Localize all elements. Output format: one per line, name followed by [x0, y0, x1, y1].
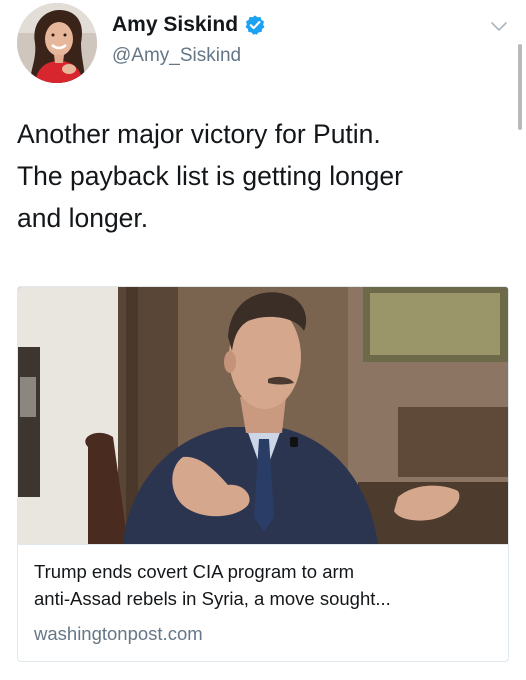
card-body: Trump ends covert CIA program to arm ant…: [18, 544, 508, 661]
avatar[interactable]: [17, 3, 97, 83]
link-card[interactable]: Trump ends covert CIA program to arm ant…: [17, 286, 509, 662]
card-domain[interactable]: washingtonpost.com: [34, 622, 203, 646]
author-display-name[interactable]: Amy Siskind: [112, 12, 238, 38]
author-handle[interactable]: @Amy_Siskind: [112, 44, 241, 68]
card-title-line: anti-Assad rebels in Syria, a move sough…: [34, 588, 391, 609]
tweet-text-line: Another major victory for Putin.: [17, 119, 381, 149]
card-title[interactable]: Trump ends covert CIA program to arm ant…: [34, 558, 496, 612]
scrollbar[interactable]: [518, 44, 522, 130]
verified-badge-icon: [244, 14, 266, 36]
author-name-row: Amy Siskind: [112, 12, 266, 38]
chevron-down-icon[interactable]: [490, 20, 508, 32]
tweet-text-line: The payback list is getting longer: [17, 161, 403, 191]
tweet: Amy Siskind @Amy_Siskind Another major v…: [0, 0, 526, 680]
tweet-text-line: and longer.: [17, 203, 149, 233]
card-image[interactable]: [18, 287, 508, 544]
tweet-text: Another major victory for Putin. The pay…: [17, 113, 507, 239]
card-title-line: Trump ends covert CIA program to arm: [34, 561, 355, 582]
